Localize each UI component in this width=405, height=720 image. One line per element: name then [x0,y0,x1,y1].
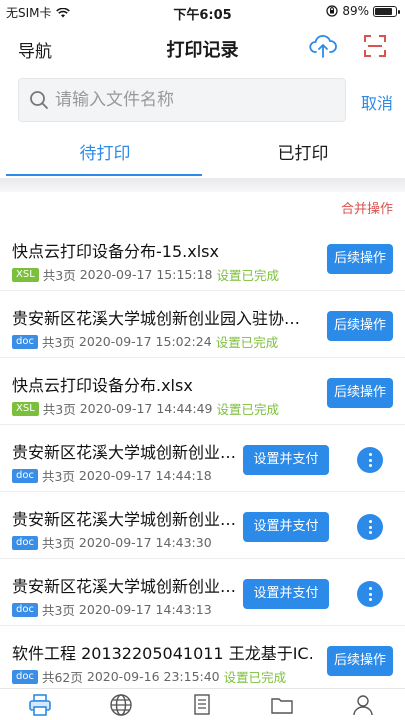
list-item[interactable]: 快点云打印设备分布.xlsx XSL 共3页 2020-09-17 14:44:… [0,358,405,425]
file-type-badge: doc [12,602,38,617]
divider [0,178,405,192]
more-vertical-icon[interactable] [357,581,383,607]
page-count: 共3页 [41,536,75,551]
file-name: 贵安新区花溪大学城创新创业… [12,510,237,529]
tab-pending[interactable]: 待打印 [4,132,206,176]
timestamp: 2020-09-17 15:02:24 [78,334,212,349]
file-type-badge: XSL [12,267,39,282]
search-box[interactable] [18,78,346,122]
file-name: 贵安新区花溪大学城创新创业… [12,577,237,596]
printer-icon[interactable] [28,693,52,717]
file-name: 快点云打印设备分布-15.xlsx [12,242,219,261]
merge-row: 合并操作 [0,196,405,220]
timestamp: 2020-09-17 14:44:18 [78,468,212,483]
list-item[interactable]: 贵安新区花溪大学城创新创业… doc 共3页 2020-09-17 14:44:… [0,425,405,492]
file-name: 贵安新区花溪大学城创新创业园入驻协… [12,309,301,328]
setup-and-pay-button[interactable]: 设置并支付 [243,445,329,475]
file-type-badge: XSL [12,401,39,416]
search-input[interactable] [55,79,335,121]
scan-icon[interactable] [363,34,387,58]
search-row: 取消 [0,78,405,124]
follow-up-button[interactable]: 后续操作 [327,646,393,676]
status-text: 设置已完成 [223,670,287,685]
page-count: 共3页 [42,402,76,417]
more-vertical-icon[interactable] [357,447,383,473]
file-meta: XSL 共3页 2020-09-17 14:44:49 设置已完成 [12,399,279,418]
timestamp: 2020-09-16 23:15:40 [86,669,220,684]
battery-percent: 89% [342,4,369,18]
merge-action-button[interactable]: 合并操作 [341,198,393,217]
file-name: 软件工程 20132205041011 王龙基于IC… [12,644,312,663]
status-right: 89% [326,4,400,18]
timestamp: 2020-09-17 14:43:13 [78,602,212,617]
list-item[interactable]: 贵安新区花溪大学城创新创业… doc 共3页 2020-09-17 14:43:… [0,559,405,626]
page-count: 共3页 [41,335,75,350]
file-type-badge: doc [12,535,38,550]
list-item[interactable]: 软件工程 20132205041011 王龙基于IC… doc 共62页 202… [0,626,405,688]
cloud-upload-icon[interactable] [309,32,337,60]
list-item[interactable]: 快点云打印设备分布-15.xlsx XSL 共3页 2020-09-17 15:… [0,224,405,291]
tab-bar: 待打印 已打印 [0,132,405,178]
file-type-badge: doc [12,468,38,483]
file-name: 贵安新区花溪大学城创新创业… [12,443,237,462]
follow-up-button[interactable]: 后续操作 [327,378,393,408]
more-vertical-icon[interactable] [357,514,383,540]
follow-up-button[interactable]: 后续操作 [327,244,393,274]
page-count: 共3页 [41,603,75,618]
globe-icon[interactable] [109,693,133,717]
file-meta: XSL 共3页 2020-09-17 15:15:18 设置已完成 [12,265,279,284]
print-record-list: 快点云打印设备分布-15.xlsx XSL 共3页 2020-09-17 15:… [0,224,405,688]
file-meta: doc 共3页 2020-09-17 14:43:13 [12,600,212,619]
file-meta: doc 共62页 2020-09-16 23:15:40 设置已完成 [12,667,286,686]
file-meta: doc 共3页 2020-09-17 14:43:30 [12,533,212,552]
file-type-badge: doc [12,334,38,349]
document-icon[interactable] [190,693,214,717]
battery-icon [373,5,400,17]
list-item[interactable]: 贵安新区花溪大学城创新创业园入驻协… doc 共3页 2020-09-17 15… [0,291,405,358]
timestamp: 2020-09-17 14:44:49 [79,401,213,416]
page-title: 打印记录 [166,40,239,61]
status-text: 设置已完成 [216,268,280,283]
file-name: 快点云打印设备分布.xlsx [12,376,193,395]
list-item[interactable]: 贵安新区花溪大学城创新创业… doc 共3页 2020-09-17 14:43:… [0,492,405,559]
page-count: 共3页 [42,268,76,283]
timestamp: 2020-09-17 14:43:30 [78,535,212,550]
cancel-button[interactable]: 取消 [361,90,393,114]
rotation-lock-icon [326,5,338,17]
file-type-badge: doc [12,669,38,684]
setup-and-pay-button[interactable]: 设置并支付 [243,579,329,609]
bottom-tab-bar [0,688,405,720]
tab-printed[interactable]: 已打印 [202,132,404,176]
timestamp: 2020-09-17 15:15:18 [79,267,213,282]
status-text: 设置已完成 [215,335,279,350]
status-bar: 无SIM卡 下午6:05 89% [0,0,405,24]
follow-up-button[interactable]: 后续操作 [327,311,393,341]
setup-and-pay-button[interactable]: 设置并支付 [243,512,329,542]
search-icon [30,91,48,109]
status-text: 设置已完成 [216,402,280,417]
user-icon[interactable] [351,693,375,717]
page-count: 共62页 [41,670,83,685]
nav-bar: 导航 打印记录 [0,24,405,70]
file-meta: doc 共3页 2020-09-17 14:44:18 [12,466,212,485]
folder-icon[interactable] [270,693,294,717]
page-count: 共3页 [41,469,75,484]
file-meta: doc 共3页 2020-09-17 15:02:24 设置已完成 [12,332,278,351]
tab-underline [6,174,202,176]
